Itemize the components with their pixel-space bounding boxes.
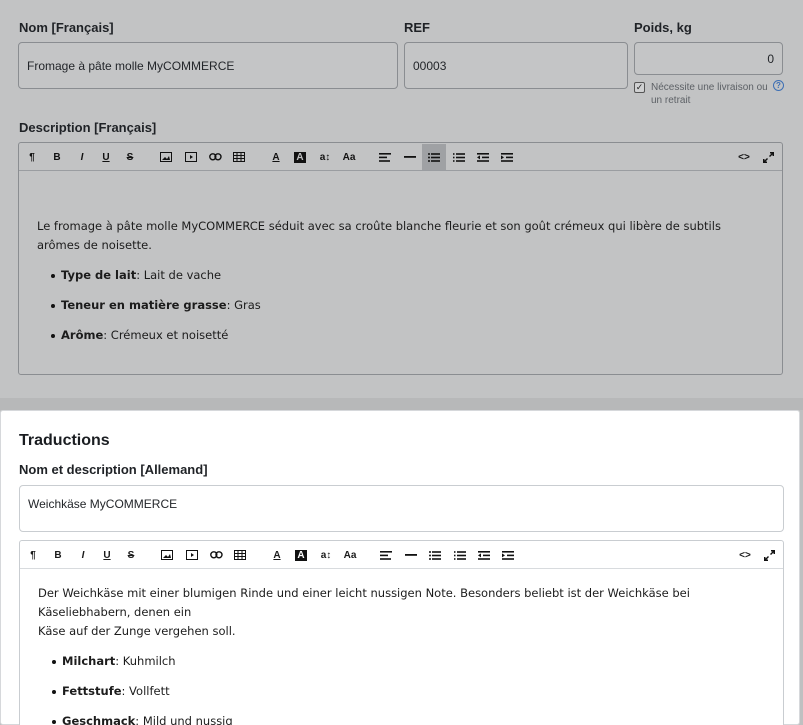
fullscreen-icon[interactable] xyxy=(759,545,779,565)
paragraph-icon[interactable]: ¶ xyxy=(22,147,42,167)
table-icon[interactable] xyxy=(230,545,250,565)
underline-icon[interactable]: U xyxy=(97,545,117,565)
shipping-checkbox[interactable]: ✓ xyxy=(634,82,645,93)
text-color-icon[interactable]: A xyxy=(266,147,286,167)
description-list: Type de lait: Lait de vache Teneur en ma… xyxy=(37,266,764,345)
horizontal-rule-icon[interactable] xyxy=(400,147,420,167)
list-item: Geschmack: Mild und nussig xyxy=(52,712,765,725)
bold-icon[interactable]: B xyxy=(48,545,68,565)
indent-icon[interactable] xyxy=(498,545,518,565)
translations-panel: Traductions Nom et description [Allemand… xyxy=(0,410,800,725)
translation-description-content[interactable]: Der Weichkäse mit einer blumigen Rinde u… xyxy=(38,584,765,725)
numbered-list-icon[interactable] xyxy=(450,545,470,565)
weight-input[interactable]: 0 xyxy=(634,42,783,75)
italic-icon[interactable]: I xyxy=(72,147,92,167)
table-icon[interactable] xyxy=(229,147,249,167)
help-icon[interactable]: ? xyxy=(773,80,784,91)
strikethrough-icon[interactable]: S xyxy=(120,147,140,167)
description-editor[interactable]: ¶ B I U S A A a↕ Aa <> Le fromage à pâte… xyxy=(18,142,783,375)
description-label: Description [Français] xyxy=(19,120,157,135)
strikethrough-icon[interactable]: S xyxy=(121,545,141,565)
background-color-icon[interactable]: A xyxy=(291,545,311,565)
horizontal-rule-icon[interactable] xyxy=(401,545,421,565)
font-case-icon[interactable]: Aa xyxy=(340,545,360,565)
font-size-icon[interactable]: a↕ xyxy=(315,147,335,167)
list-item: Teneur en matière grasse: Gras xyxy=(51,296,764,315)
bullet-list-icon[interactable] xyxy=(425,545,445,565)
name-label: Nom [Français] xyxy=(19,20,114,35)
link-icon[interactable] xyxy=(206,545,226,565)
text-color-icon[interactable]: A xyxy=(267,545,287,565)
product-edit-panel: Nom [Français] Fromage à pâte molle MyCO… xyxy=(0,0,803,398)
list-item: Fettstufe: Vollfett xyxy=(52,682,765,701)
editor-toolbar: ¶ B I U S A A a↕ Aa <> xyxy=(20,541,783,569)
translation-subtitle: Nom et description [Allemand] xyxy=(19,462,208,477)
background-color-icon[interactable]: A xyxy=(290,147,310,167)
list-item: Type de lait: Lait de vache xyxy=(51,266,764,285)
font-case-icon[interactable]: Aa xyxy=(339,147,359,167)
bold-icon[interactable]: B xyxy=(47,147,67,167)
image-icon[interactable] xyxy=(156,147,176,167)
ref-label: REF xyxy=(404,20,430,35)
description-intro: Le fromage à pâte molle MyCOMMERCE sédui… xyxy=(37,219,721,252)
translation-description-intro: Der Weichkäse mit einer blumigen Rinde u… xyxy=(38,586,690,638)
list-item: Arôme: Crémeux et noisetté xyxy=(51,326,764,345)
editor-toolbar: ¶ B I U S A A a↕ Aa <> xyxy=(19,143,782,171)
list-item: Milchart: Kuhmilch xyxy=(52,652,765,671)
paragraph-icon[interactable]: ¶ xyxy=(23,545,43,565)
translation-name-input[interactable]: Weichkäse MyCOMMERCE xyxy=(19,485,784,532)
link-icon[interactable] xyxy=(205,147,225,167)
video-icon[interactable] xyxy=(182,545,202,565)
name-input[interactable]: Fromage à pâte molle MyCOMMERCE xyxy=(18,42,398,89)
bullet-list-icon[interactable] xyxy=(422,144,446,170)
image-icon[interactable] xyxy=(157,545,177,565)
outdent-icon[interactable] xyxy=(473,147,493,167)
underline-icon[interactable]: U xyxy=(96,147,116,167)
fullscreen-icon[interactable] xyxy=(758,147,778,167)
italic-icon[interactable]: I xyxy=(73,545,93,565)
shipping-checkbox-label: Nécessite une livraison ou un retrait xyxy=(651,82,768,106)
video-icon[interactable] xyxy=(181,147,201,167)
font-size-icon[interactable]: a↕ xyxy=(316,545,336,565)
align-left-icon[interactable] xyxy=(376,545,396,565)
ref-input[interactable]: 00003 xyxy=(404,42,628,89)
panel-divider xyxy=(0,398,803,410)
description-content[interactable]: Le fromage à pâte molle MyCOMMERCE sédui… xyxy=(37,217,764,345)
code-view-icon[interactable]: <> xyxy=(734,147,754,167)
translation-description-list: Milchart: Kuhmilch Fettstufe: Vollfett G… xyxy=(38,652,765,725)
align-left-icon[interactable] xyxy=(375,147,395,167)
code-view-icon[interactable]: <> xyxy=(735,545,755,565)
indent-icon[interactable] xyxy=(497,147,517,167)
outdent-icon[interactable] xyxy=(474,545,494,565)
translations-title: Traductions xyxy=(19,432,110,449)
numbered-list-icon[interactable] xyxy=(449,147,469,167)
weight-label: Poids, kg xyxy=(634,20,692,35)
translation-description-editor[interactable]: ¶ B I U S A A a↕ Aa <> Der Weichkäse mit… xyxy=(19,540,784,725)
